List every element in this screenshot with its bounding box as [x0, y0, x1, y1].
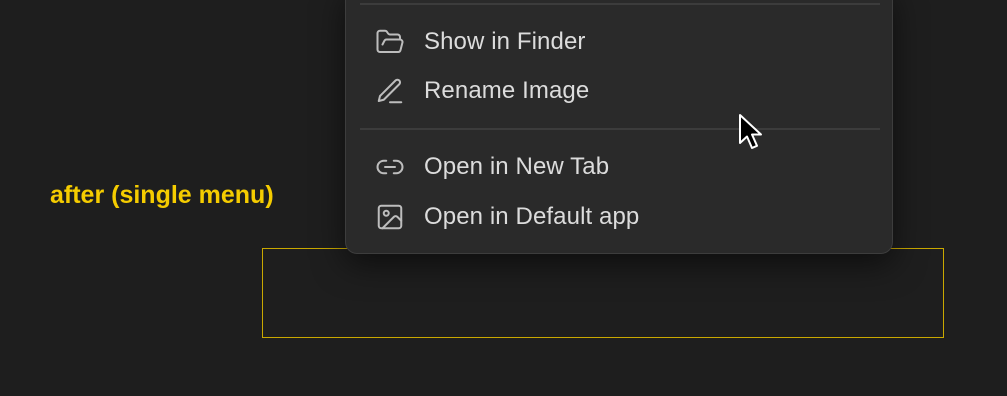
menu-item-label: Show in Finder — [424, 28, 586, 55]
menu-item-label: Rename Image — [424, 77, 590, 104]
menu-separator-top — [360, 3, 880, 5]
menu-separator — [360, 128, 880, 130]
menu-item-rename-image[interactable]: Rename Image — [360, 69, 880, 113]
context-menu: Show in Finder Rename Image Open in New … — [345, 0, 893, 254]
image-icon — [374, 201, 406, 233]
menu-item-open-in-default-app[interactable]: Open in Default app — [360, 195, 880, 239]
menu-item-open-in-new-tab[interactable]: Open in New Tab — [360, 145, 880, 189]
annotation-label: after (single menu) — [50, 181, 274, 209]
menu-item-show-in-finder[interactable]: Show in Finder — [360, 20, 880, 64]
annotation-highlight-box — [262, 248, 944, 338]
pencil-icon — [374, 75, 406, 107]
folder-open-icon — [374, 26, 406, 58]
menu-item-label: Open in New Tab — [424, 153, 610, 180]
mouse-pointer-icon — [739, 114, 762, 149]
link-icon — [374, 151, 406, 183]
menu-item-label: Open in Default app — [424, 203, 640, 230]
